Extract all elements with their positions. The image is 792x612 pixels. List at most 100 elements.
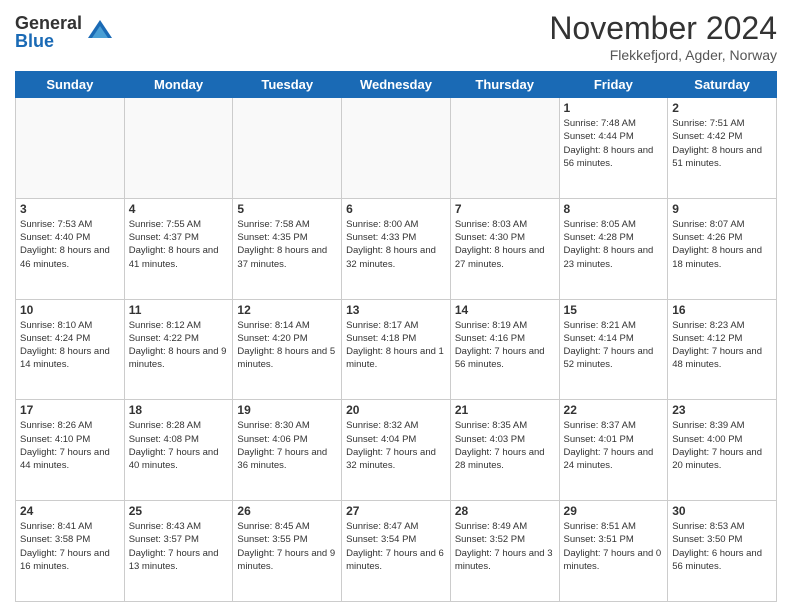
calendar-cell: 23 Sunrise: 8:39 AM Sunset: 4:00 PM Dayli… — [668, 400, 777, 501]
calendar-cell: 11 Sunrise: 8:12 AM Sunset: 4:22 PM Dayli… — [124, 299, 233, 400]
day-number: 25 — [129, 504, 229, 518]
header: General Blue November 2024 Flekkefjord, … — [15, 10, 777, 63]
location: Flekkefjord, Agder, Norway — [549, 47, 777, 63]
calendar-cell: 28Sunrise: 8:49 AM Sunset: 3:52 PM Dayli… — [450, 501, 559, 602]
day-number: 24 — [20, 504, 120, 518]
day-info: Sunrise: 8:19 AM Sunset: 4:16 PM Dayligh… — [455, 319, 555, 372]
day-info: Sunrise: 8:23 AM Sunset: 4:12 PM Dayligh… — [672, 319, 772, 372]
calendar-cell: 3 Sunrise: 7:53 AM Sunset: 4:40 PM Daylig… — [16, 198, 125, 299]
calendar-header-row: Sunday Monday Tuesday Wednesday Thursday… — [16, 72, 777, 98]
calendar-cell: 16 Sunrise: 8:23 AM Sunset: 4:12 PM Dayli… — [668, 299, 777, 400]
day-info: Sunrise: 8:32 AM Sunset: 4:04 PM Dayligh… — [346, 419, 446, 472]
calendar-week-1: 3 Sunrise: 7:53 AM Sunset: 4:40 PM Daylig… — [16, 198, 777, 299]
day-number: 5 — [237, 202, 337, 216]
day-info: Sunrise: 8:05 AM Sunset: 4:28 PM Dayligh… — [564, 218, 664, 271]
day-number: 11 — [129, 303, 229, 317]
calendar-cell: 27 Sunrise: 8:47 AM Sunset: 3:54 PM Dayli… — [342, 501, 451, 602]
calendar-cell: 21 Sunrise: 8:35 AM Sunset: 4:03 PM Dayli… — [450, 400, 559, 501]
day-info: Sunrise: 8:03 AM Sunset: 4:30 PM Dayligh… — [455, 218, 555, 271]
day-info: Sunrise: 8:37 AM Sunset: 4:01 PM Dayligh… — [564, 419, 664, 472]
header-friday: Friday — [559, 72, 668, 98]
day-number: 22 — [564, 403, 664, 417]
day-info: Sunrise: 8:43 AM Sunset: 3:57 PM Dayligh… — [129, 520, 229, 573]
day-number: 21 — [455, 403, 555, 417]
calendar-cell — [16, 98, 125, 199]
day-number: 14 — [455, 303, 555, 317]
day-number: 12 — [237, 303, 337, 317]
calendar-cell: 25 Sunrise: 8:43 AM Sunset: 3:57 PM Dayli… — [124, 501, 233, 602]
month-title: November 2024 — [549, 10, 777, 47]
header-sunday: Sunday — [16, 72, 125, 98]
day-info: Sunrise: 8:45 AM Sunset: 3:55 PM Dayligh… — [237, 520, 337, 573]
header-thursday: Thursday — [450, 72, 559, 98]
day-info: Sunrise: 7:55 AM Sunset: 4:37 PM Dayligh… — [129, 218, 229, 271]
calendar-cell: 14 Sunrise: 8:19 AM Sunset: 4:16 PM Dayli… — [450, 299, 559, 400]
day-number: 1 — [564, 101, 664, 115]
day-info: Sunrise: 8:35 AM Sunset: 4:03 PM Dayligh… — [455, 419, 555, 472]
day-number: 27 — [346, 504, 446, 518]
calendar-cell: 13Sunrise: 8:17 AM Sunset: 4:18 PM Dayli… — [342, 299, 451, 400]
logo-icon — [86, 16, 114, 44]
calendar-cell: 4 Sunrise: 7:55 AM Sunset: 4:37 PM Daylig… — [124, 198, 233, 299]
calendar-cell: 2 Sunrise: 7:51 AM Sunset: 4:42 PM Daylig… — [668, 98, 777, 199]
calendar-cell — [450, 98, 559, 199]
day-number: 7 — [455, 202, 555, 216]
day-number: 2 — [672, 101, 772, 115]
day-info: Sunrise: 8:53 AM Sunset: 3:50 PM Dayligh… — [672, 520, 772, 573]
calendar-cell: 17Sunrise: 8:26 AM Sunset: 4:10 PM Dayli… — [16, 400, 125, 501]
day-info: Sunrise: 8:39 AM Sunset: 4:00 PM Dayligh… — [672, 419, 772, 472]
calendar-table: Sunday Monday Tuesday Wednesday Thursday… — [15, 71, 777, 602]
calendar-cell: 5 Sunrise: 7:58 AM Sunset: 4:35 PM Daylig… — [233, 198, 342, 299]
header-monday: Monday — [124, 72, 233, 98]
day-number: 16 — [672, 303, 772, 317]
day-number: 18 — [129, 403, 229, 417]
page: General Blue November 2024 Flekkefjord, … — [0, 0, 792, 612]
day-info: Sunrise: 8:47 AM Sunset: 3:54 PM Dayligh… — [346, 520, 446, 573]
day-info: Sunrise: 7:53 AM Sunset: 4:40 PM Dayligh… — [20, 218, 120, 271]
header-wednesday: Wednesday — [342, 72, 451, 98]
day-number: 9 — [672, 202, 772, 216]
title-section: November 2024 Flekkefjord, Agder, Norway — [549, 10, 777, 63]
calendar-cell: 19Sunrise: 8:30 AM Sunset: 4:06 PM Dayli… — [233, 400, 342, 501]
calendar-cell: 15 Sunrise: 8:21 AM Sunset: 4:14 PM Dayli… — [559, 299, 668, 400]
calendar-cell: 30 Sunrise: 8:53 AM Sunset: 3:50 PM Dayli… — [668, 501, 777, 602]
day-info: Sunrise: 8:21 AM Sunset: 4:14 PM Dayligh… — [564, 319, 664, 372]
day-number: 4 — [129, 202, 229, 216]
day-info: Sunrise: 8:12 AM Sunset: 4:22 PM Dayligh… — [129, 319, 229, 372]
calendar-cell — [342, 98, 451, 199]
logo: General Blue — [15, 14, 114, 50]
day-number: 29 — [564, 504, 664, 518]
day-number: 17 — [20, 403, 120, 417]
day-number: 3 — [20, 202, 120, 216]
calendar-cell: 10Sunrise: 8:10 AM Sunset: 4:24 PM Dayli… — [16, 299, 125, 400]
calendar-cell: 7 Sunrise: 8:03 AM Sunset: 4:30 PM Daylig… — [450, 198, 559, 299]
day-number: 6 — [346, 202, 446, 216]
day-info: Sunrise: 8:30 AM Sunset: 4:06 PM Dayligh… — [237, 419, 337, 472]
calendar-week-4: 24Sunrise: 8:41 AM Sunset: 3:58 PM Dayli… — [16, 501, 777, 602]
day-info: Sunrise: 8:00 AM Sunset: 4:33 PM Dayligh… — [346, 218, 446, 271]
calendar-cell: 9 Sunrise: 8:07 AM Sunset: 4:26 PM Daylig… — [668, 198, 777, 299]
day-info: Sunrise: 7:51 AM Sunset: 4:42 PM Dayligh… — [672, 117, 772, 170]
calendar-cell — [233, 98, 342, 199]
calendar-week-2: 10Sunrise: 8:10 AM Sunset: 4:24 PM Dayli… — [16, 299, 777, 400]
calendar-cell: 1Sunrise: 7:48 AM Sunset: 4:44 PM Daylig… — [559, 98, 668, 199]
day-info: Sunrise: 8:14 AM Sunset: 4:20 PM Dayligh… — [237, 319, 337, 372]
logo-text: General Blue — [15, 14, 82, 50]
calendar-cell: 8Sunrise: 8:05 AM Sunset: 4:28 PM Daylig… — [559, 198, 668, 299]
day-number: 26 — [237, 504, 337, 518]
day-number: 15 — [564, 303, 664, 317]
calendar-cell: 24Sunrise: 8:41 AM Sunset: 3:58 PM Dayli… — [16, 501, 125, 602]
day-info: Sunrise: 8:28 AM Sunset: 4:08 PM Dayligh… — [129, 419, 229, 472]
day-number: 10 — [20, 303, 120, 317]
logo-general: General — [15, 14, 82, 32]
day-info: Sunrise: 7:58 AM Sunset: 4:35 PM Dayligh… — [237, 218, 337, 271]
day-info: Sunrise: 8:07 AM Sunset: 4:26 PM Dayligh… — [672, 218, 772, 271]
day-number: 30 — [672, 504, 772, 518]
day-number: 20 — [346, 403, 446, 417]
calendar-cell: 12 Sunrise: 8:14 AM Sunset: 4:20 PM Dayli… — [233, 299, 342, 400]
day-number: 23 — [672, 403, 772, 417]
day-info: Sunrise: 8:49 AM Sunset: 3:52 PM Dayligh… — [455, 520, 555, 573]
calendar-cell: 22 Sunrise: 8:37 AM Sunset: 4:01 PM Dayli… — [559, 400, 668, 501]
calendar-cell: 26 Sunrise: 8:45 AM Sunset: 3:55 PM Dayli… — [233, 501, 342, 602]
day-number: 13 — [346, 303, 446, 317]
